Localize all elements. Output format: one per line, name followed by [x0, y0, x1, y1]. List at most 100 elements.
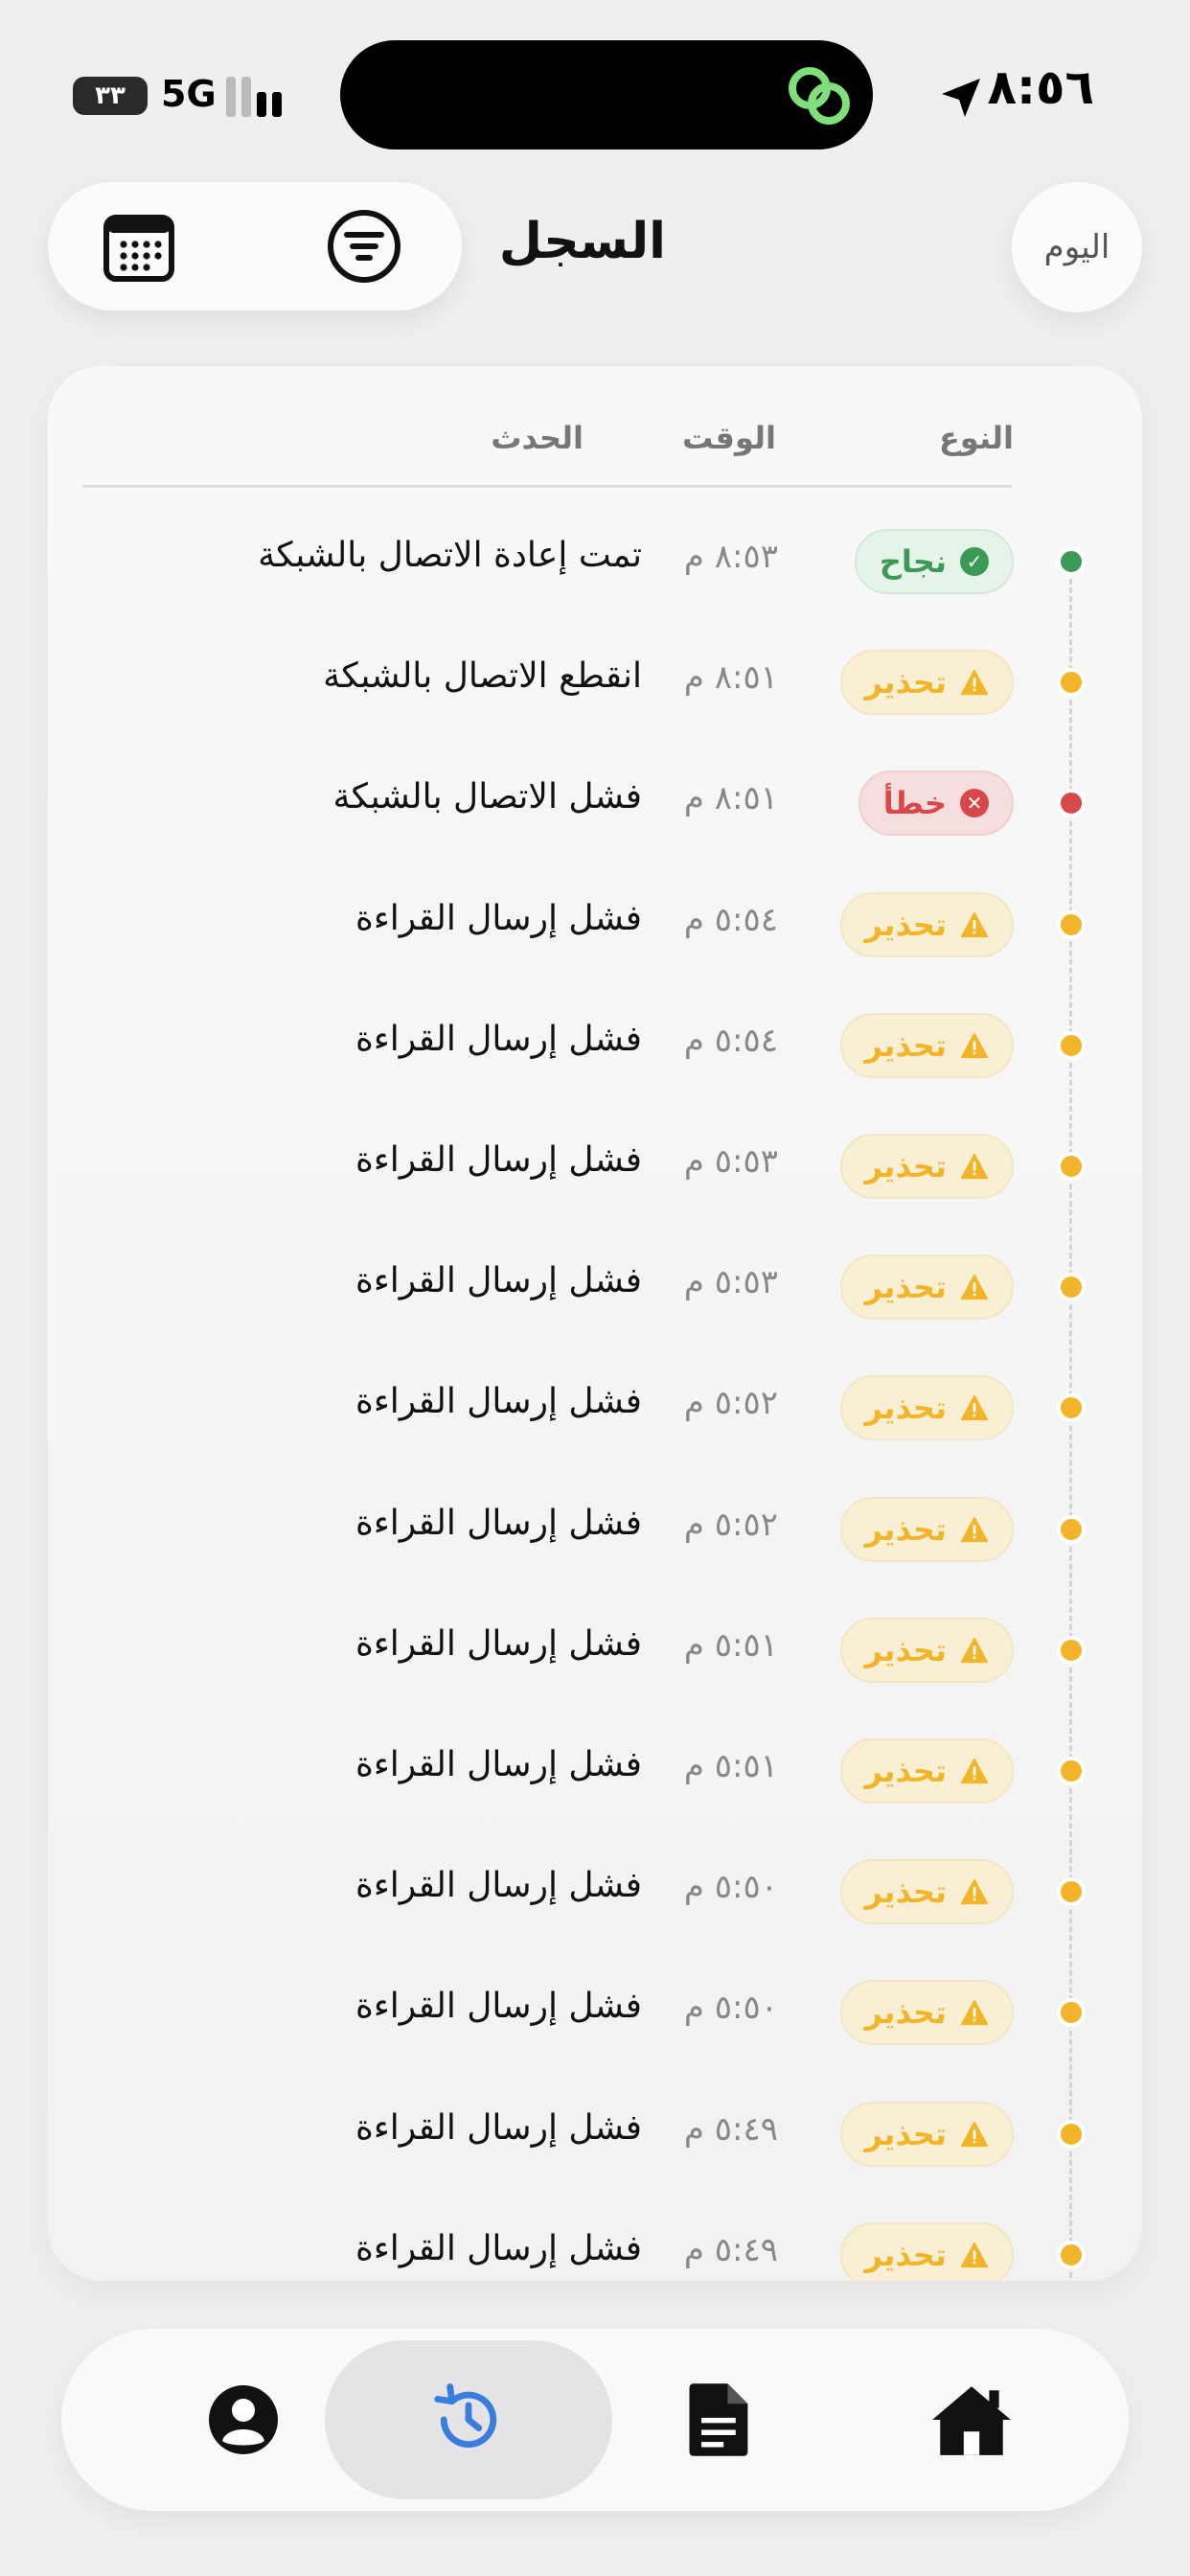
page-title: السجل [498, 213, 666, 270]
log-row[interactable]: تحذير ٥:٥٣ م فشل إرسال القراءة [48, 1106, 1142, 1227]
warning-icon [960, 1636, 989, 1665]
timeline-dot [1057, 909, 1086, 939]
row-event: فشل إرسال القراءة [355, 898, 642, 938]
row-time: ٥:٤٩ م [683, 2230, 778, 2269]
log-row[interactable]: تحذير ٥:٥٤ م فشل إرسال القراءة [48, 985, 1142, 1106]
log-row[interactable]: تحذير ٥:٤٩ م فشل إرسال القراءة [48, 2074, 1142, 2195]
row-event: فشل إرسال القراءة [355, 1261, 642, 1301]
warning-badge: تحذير [839, 1254, 1014, 1321]
badge-label: خطأ [882, 785, 947, 822]
timeline-dot [1057, 1635, 1086, 1665]
row-event: فشل إرسال القراءة [355, 2107, 642, 2148]
warning-icon [960, 668, 989, 697]
badge-label: تحذير [864, 2115, 947, 2152]
dynamic-island [340, 40, 873, 150]
timeline-dot [1057, 2119, 1086, 2149]
warning-icon [960, 1152, 989, 1181]
warning-badge: تحذير [839, 650, 1014, 716]
location-arrow-icon [942, 79, 980, 117]
log-row[interactable]: تحذير ٥:٥٣ م فشل إرسال القراءة [48, 1227, 1142, 1347]
history-clock-icon [434, 2383, 497, 2449]
warning-icon [960, 1515, 989, 1544]
timeline-dot [1057, 2240, 1086, 2269]
badge-label: تحذير [864, 1510, 947, 1548]
row-time: ٥:٥٠ م [683, 1868, 778, 1907]
person-circle-icon [209, 2385, 278, 2454]
row-event: فشل إرسال القراءة [355, 2228, 642, 2268]
badge-label: تحذير [864, 1148, 947, 1184]
timeline-dot [1057, 1877, 1086, 1907]
log-row[interactable]: تحذير ٥:٥٠ م فشل إرسال القراءة [48, 1831, 1142, 1952]
log-row[interactable]: تحذير ٥:٥٤ م فشل إرسال القراءة [48, 864, 1142, 985]
row-time: ٥:٥٤ م [683, 900, 778, 939]
badge-label: تحذير [864, 1753, 947, 1789]
warning-icon [960, 1031, 989, 1060]
header-actions [48, 182, 462, 310]
warning-badge: تحذير [839, 1738, 1014, 1804]
checkmark-icon: ✓ [960, 547, 989, 576]
log-row[interactable]: تحذير ٥:٥٠ م فشل إرسال القراءة [48, 1952, 1142, 2073]
tab-report[interactable] [576, 2340, 863, 2499]
warning-badge: تحذير [839, 1496, 1014, 1562]
log-row[interactable]: تحذير ٥:٥١ م فشل إرسال القراءة [48, 1590, 1142, 1711]
badge-label: تحذير [864, 664, 947, 702]
calendar-icon[interactable] [101, 208, 177, 285]
warning-icon [960, 1757, 989, 1785]
warning-icon [960, 1877, 989, 1906]
tab-home[interactable] [828, 2340, 1115, 2499]
timeline-dot [1057, 547, 1086, 576]
badge-label: تحذير [864, 1269, 947, 1306]
badge-label: تحذير [864, 1631, 947, 1668]
link-icon [789, 67, 850, 125]
log-row[interactable]: تحذير ٥:٤٩ م فشل إرسال القراءة [48, 2195, 1142, 2281]
row-time: ٥:٥١ م [683, 1747, 778, 1785]
row-event: فشل إرسال القراءة [355, 1987, 642, 2027]
document-icon [689, 2383, 748, 2456]
row-time: ٥:٥٢ م [683, 1505, 778, 1544]
header-divider [82, 485, 1012, 488]
row-event: فشل إرسال القراءة [355, 1140, 642, 1180]
row-event: فشل الاتصال بالشبكة [332, 777, 643, 817]
today-button[interactable]: اليوم [1012, 182, 1142, 312]
log-row[interactable]: تحذير ٥:٥١ م فشل إرسال القراءة [48, 1711, 1142, 1831]
row-time: ٥:٥٣ م [683, 1263, 778, 1302]
row-time: ٥:٤٩ م [683, 2109, 778, 2149]
timeline-dot [1057, 1152, 1086, 1181]
log-row[interactable]: تحذير ٨:٥١ م انقطع الاتصال بالشبكة [48, 622, 1142, 743]
timeline-dot [1057, 1030, 1086, 1060]
warning-badge: تحذير [839, 1134, 1014, 1199]
timeline-dot [1057, 1393, 1086, 1423]
column-header-time: الوقت [682, 420, 776, 456]
warning-badge: تحذير [839, 2221, 1014, 2281]
timeline-dot [1057, 1757, 1086, 1785]
warning-icon [960, 1273, 989, 1301]
row-event: فشل إرسال القراءة [355, 1745, 642, 1784]
row-event: تمت إعادة الاتصال بالشبكة [258, 536, 642, 575]
row-event: فشل إرسال القراءة [355, 1866, 642, 1906]
warning-badge: تحذير [839, 1617, 1014, 1683]
tab-bar [61, 2329, 1129, 2511]
error-badge: ✕ خطأ [858, 770, 1014, 837]
timeline-dot [1057, 1998, 1086, 2028]
log-row[interactable]: ✓ نجاح ٨:٥٣ م تمت إعادة الاتصال بالشبكة [48, 501, 1142, 622]
badge-label: تحذير [864, 1026, 947, 1064]
warning-badge: تحذير [839, 1012, 1014, 1078]
column-header-event: الحدث [491, 420, 584, 456]
tab-history[interactable] [325, 2340, 612, 2499]
status-time: ٨:٥٦ [987, 59, 1094, 115]
row-event: فشل إرسال القراءة [355, 1503, 642, 1543]
warning-icon [960, 2120, 989, 2149]
log-row[interactable]: ✕ خطأ ٨:٥١ م فشل الاتصال بالشبكة [48, 743, 1142, 863]
row-time: ٥:٥١ م [683, 1625, 778, 1665]
badge-label: تحذير [864, 1874, 947, 1911]
badge-label: نجاح [879, 543, 947, 580]
row-time: ٥:٥٤ م [683, 1021, 778, 1060]
log-row[interactable]: تحذير ٥:٥٢ م فشل إرسال القراءة [48, 1469, 1142, 1590]
timeline-dot [1057, 1273, 1086, 1302]
log-row[interactable]: تحذير ٥:٥٢ م فشل إرسال القراءة [48, 1347, 1142, 1468]
row-time: ٨:٥١ م [683, 658, 778, 698]
row-event: فشل إرسال القراءة [355, 1382, 642, 1422]
row-event: فشل إرسال القراءة [355, 1623, 642, 1664]
filter-icon[interactable] [326, 208, 402, 285]
battery-icon: ٣٣ [73, 77, 148, 115]
